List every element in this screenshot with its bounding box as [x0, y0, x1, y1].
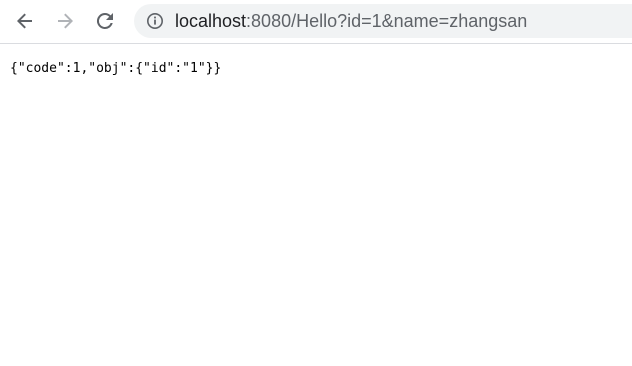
reload-button[interactable] [90, 6, 120, 36]
arrow-left-icon [17, 13, 32, 29]
address-bar[interactable]: localhost:8080/Hello?id=1&name=zhangsan [134, 4, 632, 38]
json-response-text: {"code":1,"obj":{"id":"1"}} [10, 61, 222, 76]
back-button[interactable] [10, 6, 40, 36]
forward-button[interactable] [50, 6, 80, 36]
url-path-query: :8080/Hello?id=1&name=zhangsan [246, 11, 528, 31]
url-host: localhost [175, 11, 247, 31]
browser-toolbar: localhost:8080/Hello?id=1&name=zhangsan [0, 0, 632, 44]
info-circle-icon[interactable] [146, 12, 164, 30]
url-text[interactable]: localhost:8080/Hello?id=1&name=zhangsan [175, 4, 527, 38]
arrow-right-icon [58, 13, 73, 29]
reload-icon [96, 12, 113, 29]
